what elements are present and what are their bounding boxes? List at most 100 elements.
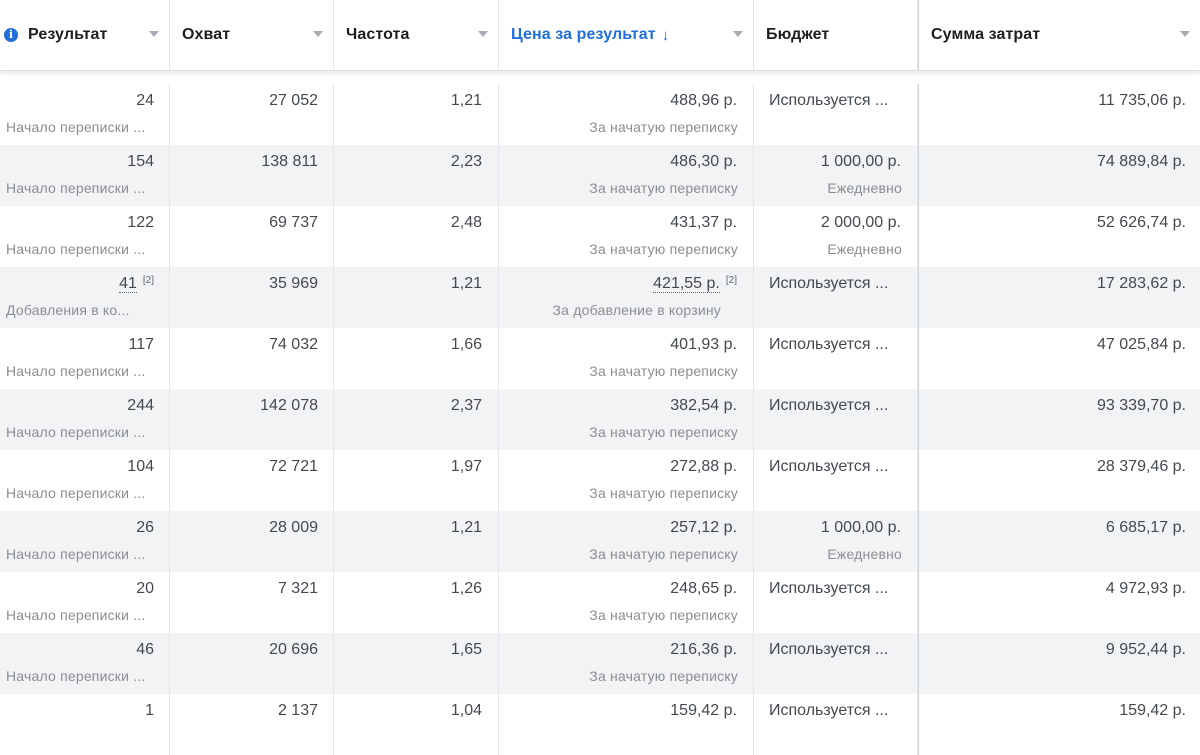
result-type: Начало переписки ...: [6, 180, 146, 196]
table-row[interactable]: 1 2 137 1,04 159,42 р. Используется ... 159,4…: [0, 694, 1200, 755]
column-label: Охват: [182, 26, 231, 43]
table-row[interactable]: 122 Начало переписки ... 69 737 2,48 431,37 …: [0, 206, 1200, 267]
cell-frequency: 1,66: [334, 328, 499, 389]
table-row[interactable]: 154 Начало переписки ... 138 811 2,23 486,30…: [0, 145, 1200, 206]
cell-budget: Используется ...: [754, 450, 918, 511]
column-header-reach[interactable]: Охват: [170, 0, 334, 70]
table-row[interactable]: 24 Начало переписки ... 27 052 1,21 488,96 р…: [0, 84, 1200, 145]
table-row[interactable]: 26 Начало переписки ... 28 009 1,21 257,12 р…: [0, 511, 1200, 572]
result-value: 1: [145, 702, 154, 720]
cell-frequency: 1,26: [334, 572, 499, 633]
cell-amount-spent: 11 735,06 р.: [918, 84, 1200, 145]
amount-spent-value: 6 685,17 р.: [1105, 519, 1186, 536]
reach-value: 35 969: [269, 275, 318, 292]
budget-value: Используется ...: [769, 580, 889, 597]
cost-amount[interactable]: 421,55 р.: [653, 275, 720, 293]
cell-reach: 74 032: [170, 328, 334, 389]
column-header-cost-per-result[interactable]: Цена за результат ↓: [499, 0, 754, 70]
result-value: 117: [128, 336, 154, 354]
footnote-marker[interactable]: [2]: [143, 275, 154, 286]
table-row[interactable]: 41 [2] Добавления в ко... 35 969 1,21 421,55 …: [0, 267, 1200, 328]
result-type: Начало переписки ...: [6, 363, 146, 379]
budget-value: 2 000,00 р.: [820, 214, 901, 231]
cell-cost-per-result: 486,30 р. За начатую переписку: [499, 145, 754, 206]
cell-amount-spent: 74 889,84 р.: [918, 145, 1200, 206]
result-value: 122: [127, 214, 154, 232]
cell-cost-per-result: 488,96 р. За начатую переписку: [499, 84, 754, 145]
footnote-marker[interactable]: [2]: [726, 275, 737, 286]
reach-value: 20 696: [269, 641, 318, 658]
cost-subtitle: За добавление в корзину: [552, 302, 721, 318]
cell-result: 244 Начало переписки ...: [0, 389, 170, 450]
cost-subtitle: За начатую переписку: [589, 668, 738, 684]
frequency-value: 1,21: [450, 92, 482, 109]
frequency-value: 2,37: [450, 397, 482, 414]
cell-cost-per-result: 272,88 р. За начатую переписку: [499, 450, 754, 511]
result-number: 46: [136, 641, 154, 658]
frequency-value: 1,65: [450, 641, 482, 658]
cell-budget: 1 000,00 р. Ежедневно: [754, 511, 918, 572]
result-number[interactable]: 41: [119, 275, 137, 293]
result-number: 122: [127, 214, 154, 231]
column-label: Бюджет: [766, 26, 830, 43]
cost-subtitle: За начатую переписку: [589, 607, 738, 623]
result-value: 46: [136, 641, 154, 659]
caret-down-icon[interactable]: [149, 31, 159, 37]
result-type: Начало переписки ...: [6, 607, 146, 623]
caret-down-icon[interactable]: [313, 31, 323, 37]
cell-reach: 138 811: [170, 145, 334, 206]
cell-budget: Используется ...: [754, 633, 918, 694]
result-type: Начало переписки ...: [6, 546, 146, 562]
column-header-frequency[interactable]: Частота: [334, 0, 499, 70]
cell-budget: Используется ...: [754, 389, 918, 450]
amount-spent-value: 28 379,46 р.: [1097, 458, 1186, 475]
result-type: Начало переписки ...: [6, 119, 146, 135]
frequency-value: 2,48: [450, 214, 482, 231]
table-row[interactable]: 104 Начало переписки ... 72 721 1,97 272,88 …: [0, 450, 1200, 511]
caret-down-icon[interactable]: [733, 31, 743, 37]
cell-frequency: 1,04: [334, 694, 499, 755]
column-label: Частота: [346, 26, 410, 43]
cost-amount: 272,88 р.: [670, 458, 737, 475]
cell-amount-spent: 4 972,93 р.: [918, 572, 1200, 633]
budget-value: Используется ...: [769, 336, 889, 353]
caret-down-icon[interactable]: [478, 31, 488, 37]
result-number: 104: [127, 458, 154, 475]
table-row[interactable]: 244 Начало переписки ... 142 078 2,37 382,54…: [0, 389, 1200, 450]
table-row[interactable]: 20 Начало переписки ... 7 321 1,26 248,65 р.…: [0, 572, 1200, 633]
result-value: 104: [127, 458, 154, 476]
cell-reach: 20 696: [170, 633, 334, 694]
budget-value: Используется ...: [769, 275, 889, 292]
budget-value: 1 000,00 р.: [820, 519, 901, 536]
sort-down-arrow-icon[interactable]: ↓: [662, 27, 670, 44]
cell-amount-spent: 93 339,70 р.: [918, 389, 1200, 450]
column-header-amount-spent[interactable]: Сумма затрат: [918, 0, 1200, 70]
cost-amount: 248,65 р.: [670, 580, 737, 597]
table-row[interactable]: 117 Начало переписки ... 74 032 1,66 401,93 …: [0, 328, 1200, 389]
table-row[interactable]: 46 Начало переписки ... 20 696 1,65 216,36 р…: [0, 633, 1200, 694]
budget-value: Используется ...: [769, 92, 889, 109]
cell-amount-spent: 47 025,84 р.: [918, 328, 1200, 389]
frequency-value: 2,23: [450, 153, 482, 170]
cell-frequency: 1,65: [334, 633, 499, 694]
frequency-value: 1,97: [450, 458, 482, 475]
column-label: Результат: [28, 26, 108, 43]
column-label: Цена за результат: [511, 26, 656, 43]
cost-value: 486,30 р.: [670, 153, 737, 171]
cost-amount: 486,30 р.: [670, 153, 737, 170]
caret-down-icon[interactable]: [1180, 31, 1190, 37]
result-value: 154: [127, 153, 154, 171]
cell-cost-per-result: 421,55 р. [2] За добавление в корзину: [499, 267, 754, 328]
info-icon[interactable]: i: [4, 28, 18, 42]
column-header-budget[interactable]: Бюджет: [754, 0, 918, 70]
frequency-value: 1,66: [450, 336, 482, 353]
reach-value: 7 321: [277, 580, 318, 597]
cell-frequency: 1,21: [334, 84, 499, 145]
cost-subtitle: За начатую переписку: [589, 485, 738, 501]
cell-budget: Используется ...: [754, 267, 918, 328]
column-header-result[interactable]: i Результат: [0, 0, 170, 70]
cell-amount-spent: 52 626,74 р.: [918, 206, 1200, 267]
cost-value: 431,37 р.: [670, 214, 737, 232]
cell-reach: 35 969: [170, 267, 334, 328]
budget-value: 1 000,00 р.: [820, 153, 901, 170]
